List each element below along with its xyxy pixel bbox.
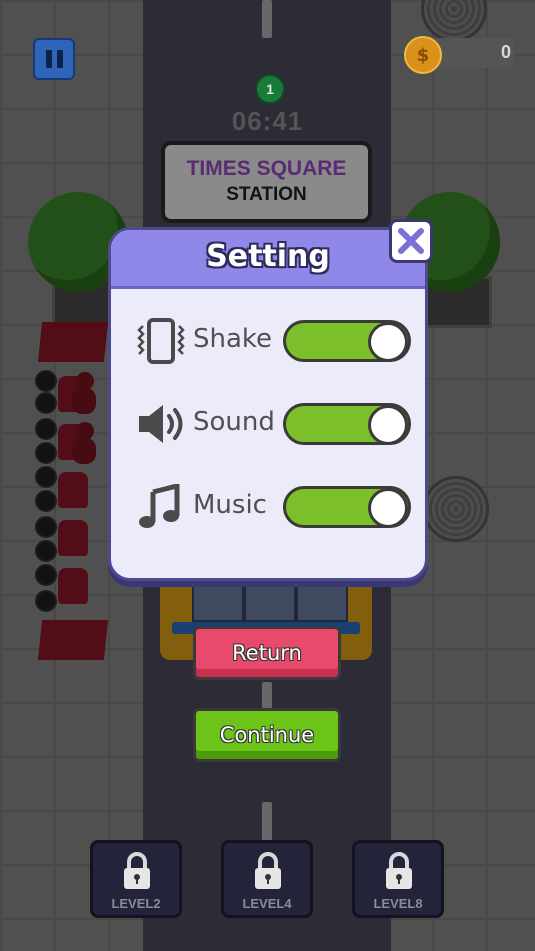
level-label: LEVEL8 — [373, 896, 423, 911]
level-label: LEVEL4 — [242, 896, 292, 911]
sound-toggle[interactable] — [283, 403, 411, 445]
setting-row-shake: Shake — [111, 316, 425, 366]
station-sign: TIMES SQUARE STATION — [161, 141, 372, 223]
lock-icon — [255, 852, 281, 889]
speaker-icon — [139, 405, 183, 443]
music-label: Music — [193, 490, 267, 520]
setting-row-music: Music — [111, 482, 425, 532]
station-label: STATION — [226, 184, 307, 205]
coin-count: 0 — [500, 42, 511, 62]
continue-button[interactable]: Continue — [193, 708, 341, 762]
level-card-level2[interactable]: LEVEL2 — [90, 840, 182, 918]
coin-icon: $ — [404, 36, 442, 74]
vibrate-phone-icon — [137, 318, 185, 364]
close-icon — [398, 228, 424, 254]
settings-dialog: Setting Shake Sound Music — [108, 227, 428, 581]
pause-button[interactable] — [33, 38, 75, 80]
timer: 06:41 — [231, 106, 304, 136]
shake-toggle[interactable] — [283, 320, 411, 362]
level-card-level4[interactable]: LEVEL4 — [221, 840, 313, 918]
stop-number-badge: 1 — [255, 74, 285, 104]
lock-icon — [386, 852, 412, 889]
level-label: LEVEL2 — [111, 896, 161, 911]
sound-label: Sound — [193, 407, 275, 437]
return-button[interactable]: Return — [193, 626, 341, 680]
music-note-icon — [139, 484, 180, 528]
dialog-header: Setting — [111, 230, 425, 289]
music-toggle[interactable] — [283, 486, 411, 528]
lock-icon — [124, 852, 150, 889]
close-button[interactable] — [389, 219, 433, 263]
shake-label: Shake — [193, 324, 273, 354]
dialog-title: Setting — [206, 239, 330, 274]
level-card-level8[interactable]: LEVEL8 — [352, 840, 444, 918]
setting-row-sound: Sound — [111, 399, 425, 449]
pause-icon — [45, 50, 52, 68]
station-name: TIMES SQUARE — [186, 157, 347, 180]
